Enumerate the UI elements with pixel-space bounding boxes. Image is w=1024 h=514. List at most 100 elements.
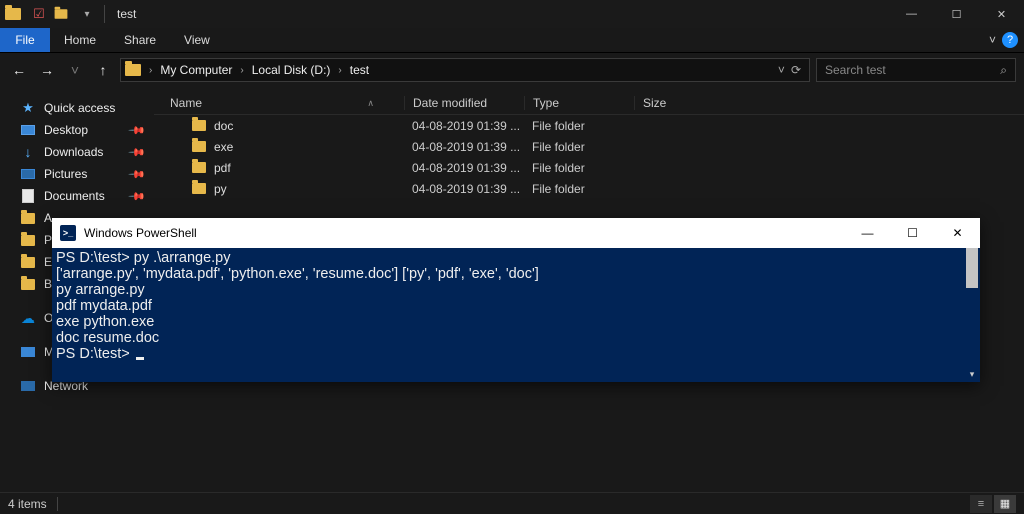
documents-icon	[20, 189, 36, 203]
status-item-count: 4 items	[8, 497, 47, 511]
powershell-maximize-button[interactable]: ☐	[890, 218, 935, 248]
breadcrumb[interactable]: test	[346, 63, 373, 77]
chevron-right-icon[interactable]: ›	[147, 65, 154, 76]
qat-newfolder-icon[interactable]	[52, 3, 74, 25]
cloud-icon: ☁	[20, 311, 36, 325]
terminal-line: PS D:\test>	[56, 346, 976, 362]
qat-dropdown-icon[interactable]: ▾	[76, 3, 98, 25]
column-size[interactable]: Size	[634, 96, 714, 110]
qat-properties-icon[interactable]: ☑	[28, 3, 50, 25]
search-placeholder: Search test	[825, 63, 886, 77]
status-divider	[57, 497, 58, 511]
file-name: pdf	[214, 161, 231, 175]
pin-icon: 📌	[128, 143, 147, 162]
file-date: 04-08-2019 01:39 ...	[404, 161, 524, 175]
view-large-button[interactable]: ▦	[994, 495, 1016, 513]
powershell-title: Windows PowerShell	[84, 226, 197, 240]
terminal-line: pdf mydata.pdf	[56, 298, 976, 314]
pin-icon: 📌	[128, 187, 147, 206]
powershell-window: >_ Windows PowerShell — ☐ ✕ PS D:\test> …	[52, 218, 980, 382]
file-name: doc	[214, 119, 233, 133]
powershell-icon: >_	[60, 225, 76, 241]
folder-icon	[192, 162, 206, 173]
cursor	[136, 357, 144, 360]
forward-button[interactable]: →	[36, 59, 58, 81]
chevron-right-icon[interactable]: ›	[336, 65, 343, 76]
scrollbar-down-icon[interactable]: ▾	[964, 366, 980, 382]
powershell-terminal[interactable]: PS D:\test> py .\arrange.py['arrange.py'…	[52, 248, 980, 382]
address-dropdown-icon[interactable]: ˅	[778, 63, 785, 77]
star-icon: ★	[20, 101, 36, 115]
folder-icon	[192, 183, 206, 194]
file-date: 04-08-2019 01:39 ...	[404, 119, 524, 133]
sidebar-item-downloads[interactable]: ↓ Downloads 📌	[0, 141, 154, 163]
window-title: test	[111, 7, 136, 21]
file-date: 04-08-2019 01:39 ...	[404, 140, 524, 154]
sidebar-item-label: B	[44, 277, 52, 291]
file-type: File folder	[524, 182, 634, 196]
sidebar-quick-access[interactable]: ★ Quick access	[0, 97, 154, 119]
sort-indicator-icon: ∧	[367, 98, 374, 109]
powershell-scrollbar[interactable]: ▾	[964, 248, 980, 382]
history-dropdown[interactable]: ˅	[64, 59, 86, 81]
terminal-line: exe python.exe	[56, 314, 976, 330]
powershell-minimize-button[interactable]: —	[845, 218, 890, 248]
scrollbar-thumb[interactable]	[966, 248, 978, 288]
refresh-icon[interactable]: ⟳	[791, 63, 801, 77]
view-details-button[interactable]: ≡	[970, 495, 992, 513]
desktop-icon	[20, 123, 36, 137]
folder-icon	[20, 233, 36, 247]
close-button[interactable]: ✕	[979, 0, 1024, 28]
powershell-titlebar[interactable]: >_ Windows PowerShell — ☐ ✕	[52, 218, 980, 248]
up-button[interactable]: ↑	[92, 59, 114, 81]
back-button[interactable]: ←	[8, 59, 30, 81]
table-row[interactable]: doc 04-08-2019 01:39 ...File folder	[154, 115, 1024, 136]
column-headers: Name ∧ Date modified Type Size	[154, 91, 1024, 115]
titlebar: ☑ ▾ test — ☐ ✕	[0, 0, 1024, 28]
pc-icon	[20, 345, 36, 359]
titlebar-separator	[104, 5, 105, 23]
terminal-line: ['arrange.py', 'mydata.pdf', 'python.exe…	[56, 266, 976, 282]
ribbon-collapse-icon[interactable]: ˅	[989, 33, 996, 47]
downloads-icon: ↓	[20, 145, 36, 159]
sidebar-item-documents[interactable]: Documents 📌	[0, 185, 154, 207]
file-name: py	[214, 182, 227, 196]
file-type: File folder	[524, 140, 634, 154]
sidebar-item-label: P	[44, 233, 52, 247]
file-type: File folder	[524, 161, 634, 175]
minimize-button[interactable]: —	[889, 0, 934, 28]
pin-icon: 📌	[128, 165, 147, 184]
column-name[interactable]: Name ∧	[154, 96, 404, 110]
status-bar: 4 items ≡ ▦	[0, 492, 1024, 514]
file-name: exe	[214, 140, 233, 154]
file-type: File folder	[524, 119, 634, 133]
column-type[interactable]: Type	[524, 96, 634, 110]
sidebar-item-label: Pictures	[44, 167, 87, 181]
powershell-close-button[interactable]: ✕	[935, 218, 980, 248]
ribbon-view-tab[interactable]: View	[170, 28, 224, 52]
navbar: ← → ˅ ↑ › My Computer › Local Disk (D:) …	[0, 53, 1024, 87]
sidebar-item-desktop[interactable]: Desktop 📌	[0, 119, 154, 141]
search-input[interactable]: Search test ⌕	[816, 58, 1016, 82]
sidebar-item-label: Downloads	[44, 145, 103, 159]
sidebar-item-label: Documents	[44, 189, 105, 203]
table-row[interactable]: exe 04-08-2019 01:39 ...File folder	[154, 136, 1024, 157]
search-icon[interactable]: ⌕	[1000, 63, 1007, 78]
sidebar-item-label: A	[44, 211, 52, 225]
maximize-button[interactable]: ☐	[934, 0, 979, 28]
explorer-icon	[4, 3, 26, 25]
breadcrumb[interactable]: My Computer	[156, 63, 236, 77]
breadcrumb[interactable]: Local Disk (D:)	[248, 63, 335, 77]
help-icon[interactable]: ?	[1002, 32, 1018, 48]
ribbon-share-tab[interactable]: Share	[110, 28, 170, 52]
column-date[interactable]: Date modified	[404, 96, 524, 110]
ribbon-home-tab[interactable]: Home	[50, 28, 110, 52]
address-bar[interactable]: › My Computer › Local Disk (D:) › test ˅…	[120, 58, 810, 82]
sidebar-item-pictures[interactable]: Pictures 📌	[0, 163, 154, 185]
table-row[interactable]: pdf 04-08-2019 01:39 ...File folder	[154, 157, 1024, 178]
ribbon: File Home Share View ˅ ?	[0, 28, 1024, 53]
chevron-right-icon[interactable]: ›	[238, 65, 245, 76]
ribbon-file-tab[interactable]: File	[0, 28, 50, 52]
sidebar-item-label: Desktop	[44, 123, 88, 137]
table-row[interactable]: py04-08-2019 01:39 ...File folder	[154, 178, 1024, 199]
